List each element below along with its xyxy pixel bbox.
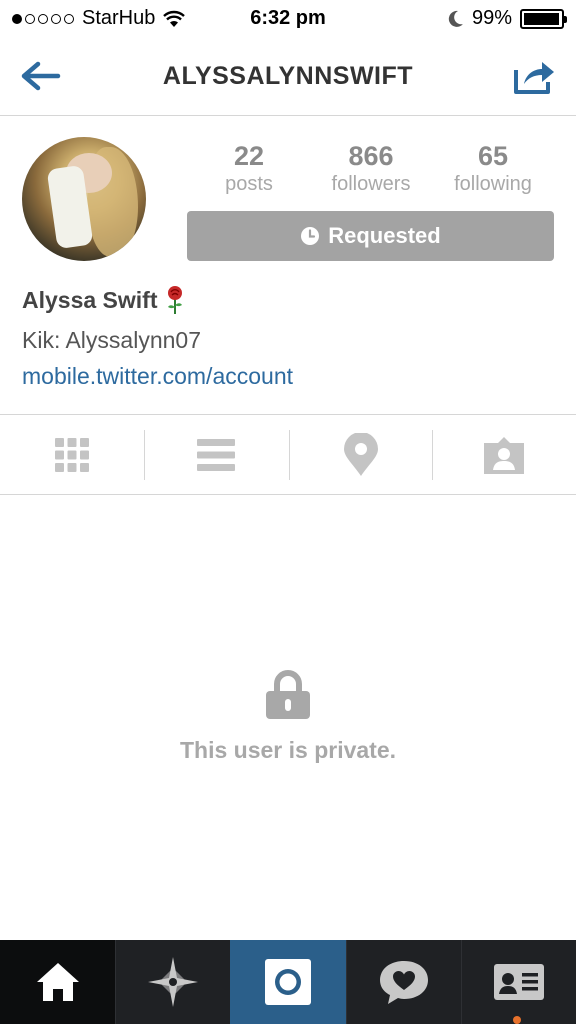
clock-icon xyxy=(301,227,320,245)
tab-explore[interactable] xyxy=(115,940,230,1024)
bottom-tab-bar xyxy=(0,940,576,1024)
stat-value: 65 xyxy=(477,141,509,171)
battery-percent: 99% xyxy=(471,7,512,29)
tab-activity[interactable] xyxy=(346,940,461,1024)
camera-icon xyxy=(265,959,311,1005)
tab-photo-map[interactable] xyxy=(289,415,433,495)
lock-icon xyxy=(266,670,310,719)
tab-list-view[interactable] xyxy=(144,415,288,495)
stat-value: 22 xyxy=(233,141,265,171)
avatar xyxy=(22,137,146,261)
stat-value: 866 xyxy=(348,141,394,171)
tab-tagged-photos[interactable] xyxy=(432,415,576,495)
requested-button[interactable]: Requested xyxy=(187,211,554,261)
share-icon[interactable] xyxy=(512,56,556,96)
notification-dot xyxy=(513,1016,521,1024)
rose-emoji-icon xyxy=(167,286,182,314)
location-pin-icon xyxy=(344,433,378,476)
stat-following[interactable]: 65 following xyxy=(432,140,554,196)
profile-website-link[interactable]: mobile.twitter.com/account xyxy=(22,363,293,390)
tab-camera[interactable] xyxy=(230,940,346,1024)
home-icon xyxy=(36,963,79,1001)
profile-name: Alyssa Swift xyxy=(22,285,186,315)
requested-label: Requested xyxy=(328,223,441,248)
profile-stats: 22 posts 866 followers 65 following xyxy=(188,140,554,200)
profile-view-tabs xyxy=(0,414,576,495)
do-not-disturb-moon-icon xyxy=(448,10,463,27)
page-title: ALYSSALYNNSWIFT xyxy=(162,62,414,90)
profile-name-text: Alyssa Swift xyxy=(22,286,158,313)
tab-grid-view[interactable] xyxy=(0,415,144,495)
stat-label: following xyxy=(454,173,532,195)
profile-bio: Kik: Alyssalynn07 xyxy=(22,327,201,353)
stat-label: posts xyxy=(225,173,273,195)
private-account-message: This user is private. xyxy=(179,737,397,763)
tab-home[interactable] xyxy=(0,940,115,1024)
navigation-bar: ALYSSALYNNSWIFT xyxy=(0,38,576,116)
status-bar: StarHub 6:32 pm 99% xyxy=(0,0,576,38)
grid-icon xyxy=(55,438,89,472)
stat-label: followers xyxy=(331,173,411,195)
tagged-photos-icon xyxy=(484,437,524,474)
tab-profile[interactable] xyxy=(461,940,576,1024)
list-icon xyxy=(197,439,235,471)
battery-icon xyxy=(520,8,567,29)
stat-posts[interactable]: 22 posts xyxy=(188,140,310,196)
profile-card-icon xyxy=(493,964,544,1000)
explore-star-icon xyxy=(147,957,198,1007)
activity-heart-icon xyxy=(379,961,428,1004)
stat-followers[interactable]: 866 followers xyxy=(310,140,432,196)
